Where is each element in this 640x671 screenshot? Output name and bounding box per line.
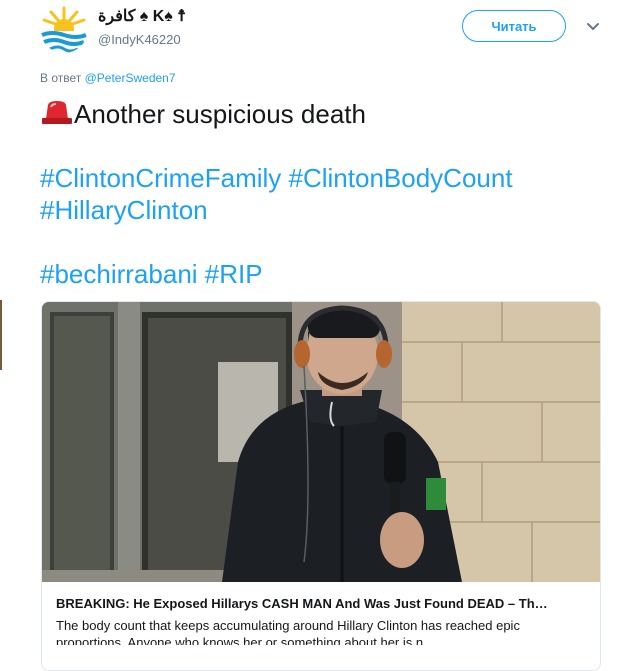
- hashtag-link[interactable]: #ClintonCrimeFamily: [40, 163, 281, 193]
- tweet-main-text: Another suspicious death: [74, 99, 366, 129]
- hashtag-link[interactable]: #RIP: [205, 259, 263, 289]
- reply-context: В ответ @PeterSweden7: [40, 71, 176, 85]
- tweet-hashtags-line: #ClintonCrimeFamily #ClintonBodyCount: [40, 162, 610, 194]
- avatar[interactable]: [40, 5, 88, 53]
- card-description: The body count that keeps accumulating a…: [56, 618, 520, 645]
- chevron-down-icon[interactable]: [584, 18, 602, 36]
- police-siren-icon: [42, 101, 72, 124]
- sunrise-over-sea-avatar-icon: [40, 5, 88, 53]
- follow-button[interactable]: Читать: [462, 10, 566, 42]
- tweet-hashtags-line: #bechirrabani #RIP: [40, 258, 610, 290]
- card-title[interactable]: BREAKING: He Exposed Hillarys CASH MAN A…: [56, 596, 588, 611]
- left-edge-stripe: [0, 300, 2, 370]
- tweet-hashtags-line: #HillaryClinton: [40, 194, 610, 226]
- reply-mention-link[interactable]: @PeterSweden7: [85, 71, 176, 85]
- tweet-line-1: Another suspicious death: [40, 98, 610, 130]
- display-name[interactable]: كافرة ♠ K♠ ☨: [98, 6, 186, 26]
- link-preview-card[interactable]: BREAKING: He Exposed Hillarys CASH MAN A…: [41, 301, 601, 671]
- hashtag-link[interactable]: #HillaryClinton: [40, 195, 208, 225]
- tweet-header: كافرة ♠ K♠ ☨ @IndyK46220 Читать: [0, 0, 640, 60]
- reply-prefix: В ответ: [40, 71, 82, 85]
- hashtag-link[interactable]: #bechirrabani: [40, 259, 198, 289]
- tweet-text: Another suspicious death #ClintonCrimeFa…: [40, 98, 610, 290]
- hashtag-link[interactable]: #ClintonBodyCount: [289, 163, 513, 193]
- card-photo-reporter-with-microphone: [42, 302, 600, 582]
- user-handle[interactable]: @IndyK46220: [98, 32, 181, 47]
